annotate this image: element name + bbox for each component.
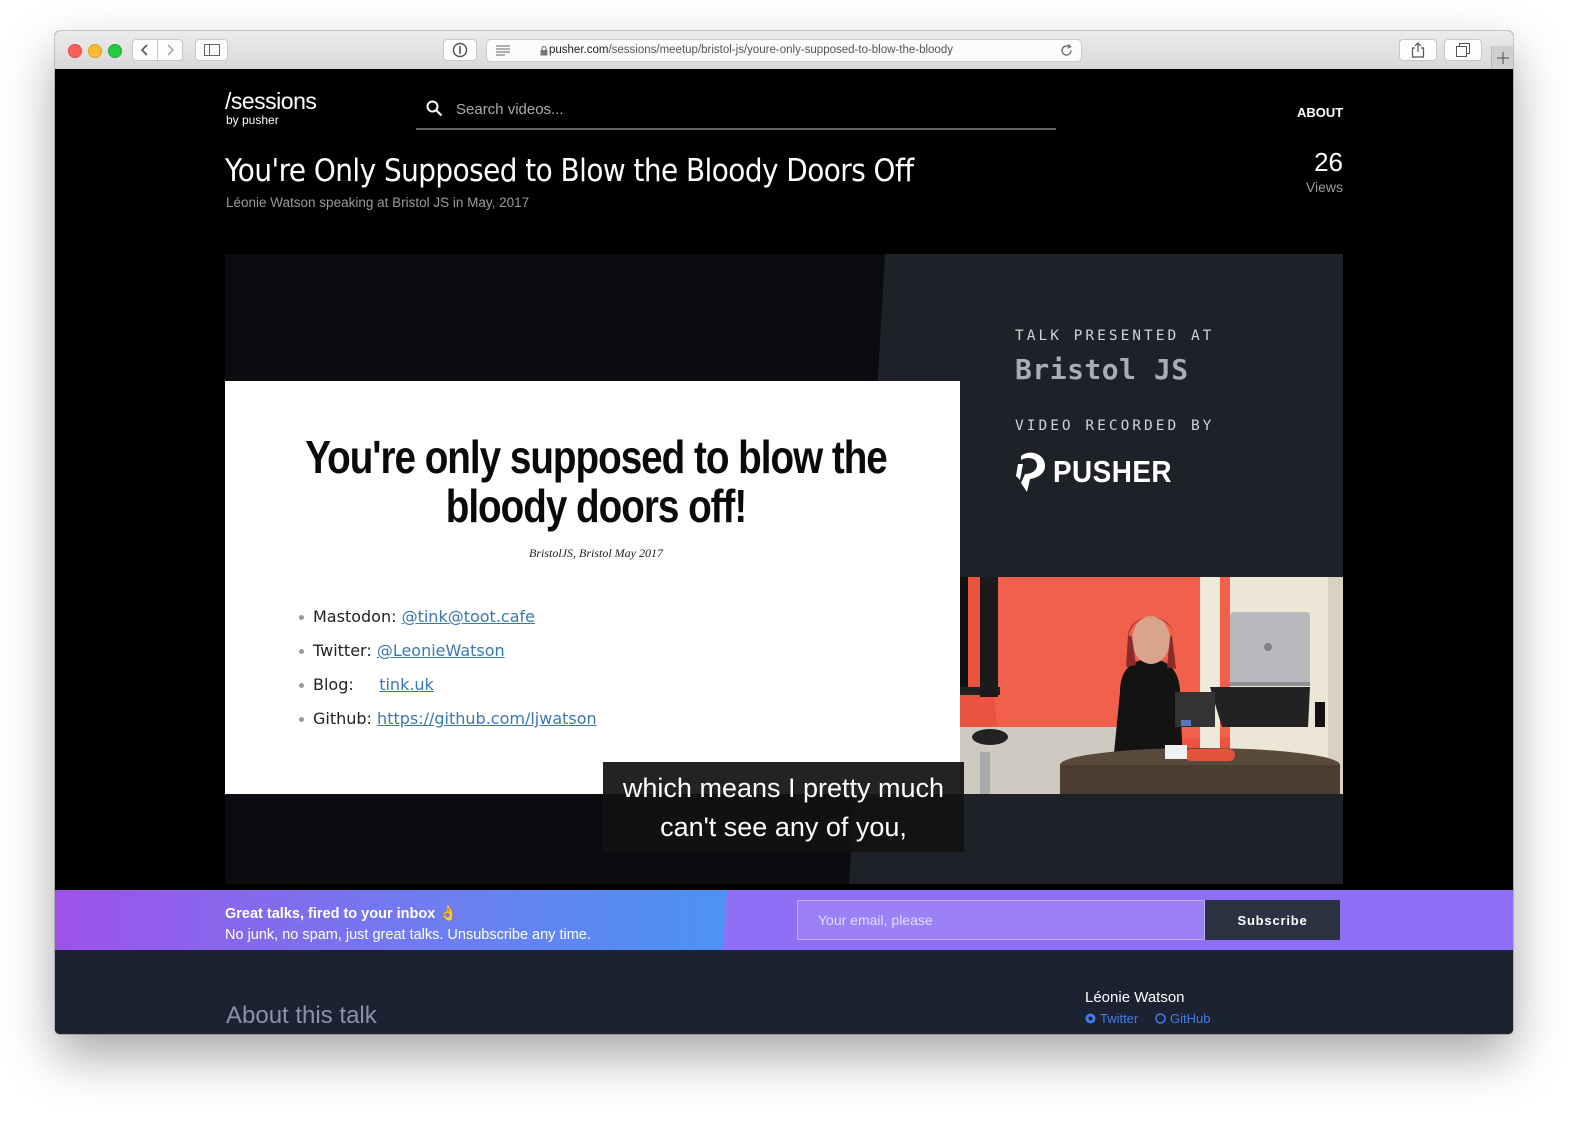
privacy-report-button[interactable] [443, 39, 477, 61]
reader-icon[interactable] [496, 45, 510, 56]
address-bar[interactable]: pusher.com/sessions/meetup/bristol-js/yo… [486, 39, 1082, 62]
share-icon [1411, 42, 1425, 58]
speaker-name: Léonie Watson [1085, 989, 1185, 1006]
slide-link: @LeonieWatson [376, 641, 505, 660]
link-label: Mastodon: [313, 607, 397, 626]
link-label: Twitter: [313, 641, 372, 660]
chevron-right-icon [167, 44, 175, 56]
close-window-button[interactable] [68, 44, 82, 58]
list-item: Twitter: @LeonieWatson [299, 641, 597, 675]
about-section: About this talk Léonie Watson Twitter Gi… [55, 950, 1513, 1034]
list-item: Blog: tink.uk [299, 675, 597, 709]
browser-toolbar: pusher.com/sessions/meetup/bristol-js/yo… [55, 31, 1513, 70]
lock-icon [540, 46, 548, 56]
zoom-window-button[interactable] [108, 44, 122, 58]
caption-line: which means I pretty much [622, 773, 945, 803]
slide-title: You're only supposed to blow the bloody … [305, 431, 888, 532]
forward-button[interactable] [157, 39, 183, 61]
presentation-slide: You're only supposed to blow the bloody … [225, 381, 960, 794]
tabs-overview-button[interactable] [1444, 39, 1482, 61]
slide-subtitle: BristolJS, Bristol May 2017 [529, 546, 663, 560]
newsletter-title: Great talks, fired to your inbox 👌 [225, 906, 458, 922]
page: /sessions by pusher ABOUT You're Only Su… [55, 69, 1513, 1034]
search-bar [416, 91, 1056, 130]
github-link[interactable]: GitHub [1155, 1011, 1210, 1026]
search-icon [426, 100, 443, 117]
video-caption: which means I pretty much can't see any … [603, 762, 964, 852]
event-name: Bristol JS [1015, 353, 1189, 386]
new-tab-button[interactable] [1491, 46, 1513, 69]
sidebar-icon [203, 44, 220, 56]
sidebar-toggle-button[interactable] [195, 39, 228, 61]
views-count: 26 [1314, 147, 1343, 177]
about-heading: About this talk [226, 1002, 377, 1029]
twitter-icon [1085, 1013, 1096, 1024]
twitter-link-label: Twitter [1100, 1011, 1139, 1026]
nav-about-link[interactable]: ABOUT [1297, 105, 1343, 120]
newsletter-subtitle: No junk, no spam, just great talks. Unsu… [225, 927, 591, 943]
list-item: Mastodon: @tink@toot.cafe [299, 607, 597, 641]
url-path: /sessions/meetup/bristol-js/youre-only-s… [608, 44, 953, 56]
pusher-logo-icon [1016, 452, 1045, 492]
chevron-left-icon [140, 44, 148, 56]
share-button[interactable] [1399, 39, 1437, 61]
talk-presented-label: TALK PRESENTED AT [1015, 328, 1215, 344]
tabs-icon [1456, 43, 1470, 57]
twitter-link[interactable]: Twitter [1085, 1011, 1138, 1026]
caption-line: can't see any of you, [660, 812, 907, 842]
slide-link: @tink@toot.cafe [401, 607, 535, 626]
slide-link: https://github.com/ljwatson [377, 709, 597, 728]
talk-subtitle: Léonie Watson speaking at Bristol JS in … [226, 195, 530, 210]
speaker-photo [960, 577, 1343, 794]
slide-link: tink.uk [379, 675, 434, 694]
subscribe-button[interactable]: Subscribe [1205, 900, 1340, 940]
plus-icon [1497, 51, 1509, 64]
views-label: Views [1305, 179, 1343, 195]
url-text: pusher.com/sessions/meetup/bristol-js/yo… [549, 44, 1019, 56]
link-label: Github: [313, 709, 372, 728]
back-button[interactable] [132, 39, 158, 61]
github-link-label: GitHub [1170, 1011, 1211, 1026]
browser-window: pusher.com/sessions/meetup/bristol-js/yo… [55, 31, 1513, 1034]
speaker-video-frame [960, 577, 1343, 794]
link-label: Blog: [313, 675, 354, 694]
pusher-logo: PUSHER [1015, 450, 1185, 494]
github-icon [1155, 1013, 1166, 1024]
pusher-wordmark: PUSHER [1053, 454, 1172, 489]
info-icon [452, 42, 468, 58]
recorded-by-label: VIDEO RECORDED BY [1015, 418, 1215, 434]
url-domain: pusher.com [549, 44, 609, 56]
list-item: Github: https://github.com/ljwatson [299, 709, 597, 743]
reload-icon[interactable] [1060, 44, 1073, 57]
search-input[interactable] [454, 97, 1018, 121]
page-title: You're Only Supposed to Blow the Bloody … [225, 153, 914, 189]
minimize-window-button[interactable] [88, 44, 102, 58]
email-field[interactable] [797, 900, 1205, 940]
slide-link-list: Mastodon: @tink@toot.cafe Twitter: @Leon… [299, 607, 597, 743]
site-logo-sub: by pusher [226, 113, 279, 127]
newsletter-bar: Great talks, fired to your inbox 👌 No ju… [55, 890, 1513, 961]
video-player[interactable]: TALK PRESENTED AT Bristol JS VIDEO RECOR… [225, 254, 1343, 884]
site-logo[interactable]: /sessions [225, 88, 317, 115]
